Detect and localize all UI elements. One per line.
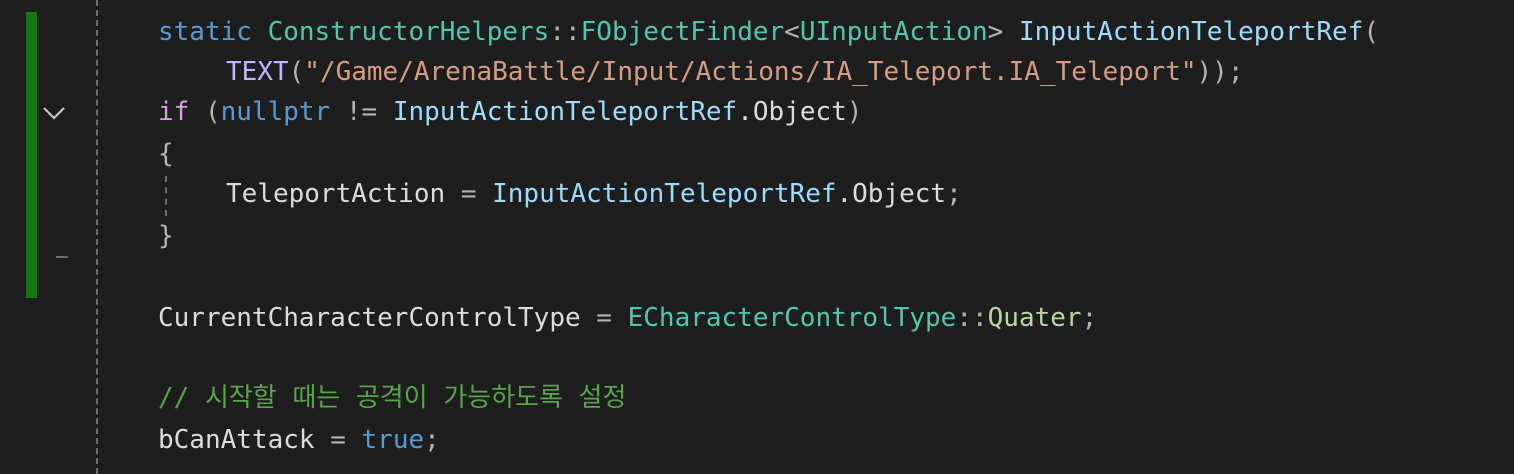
semicolon: ; (1081, 303, 1098, 333)
code-line-4[interactable]: { (158, 134, 174, 174)
macro-text: TEXT (226, 57, 289, 87)
code-line-10[interactable]: // 시작할 때는 공격이 가능하도록 설정 (158, 378, 626, 418)
paren-open: ( (204, 97, 221, 127)
template-class: FObjectFinder (580, 17, 785, 47)
code-line-5[interactable]: TeleportAction = InputActionTeleportRef.… (226, 174, 962, 214)
change-indicator-bar (26, 12, 37, 298)
variable-name: InputActionTeleportRef (1018, 17, 1364, 47)
keyword-true: true (361, 425, 425, 455)
assign-target: bCanAttack (158, 425, 315, 455)
code-line-3[interactable]: if (nullptr != InputActionTeleportRef.Ob… (158, 92, 862, 132)
keyword-if: if (158, 97, 190, 127)
variable-ref: InputActionTeleportRef (392, 97, 738, 127)
paren-close: ) (846, 97, 863, 127)
code-line-8[interactable]: CurrentCharacterControlType = ECharacter… (158, 298, 1097, 338)
string-literal: "/Game/ArenaBattle/Input/Actions/IA_Tele… (304, 57, 1197, 87)
paren-open: ( (288, 57, 305, 87)
assign-target: CurrentCharacterControlType (158, 303, 581, 333)
scope-operator: :: (956, 303, 988, 333)
code-line-11[interactable]: bCanAttack = true; (158, 420, 440, 460)
chevron-down-icon (43, 107, 65, 120)
template-type: UInputAction (799, 17, 988, 47)
indent-guide (165, 176, 167, 216)
operator-not-equal: != (345, 97, 378, 127)
member-access: .Object (737, 97, 847, 127)
fold-toggle-button[interactable] (40, 99, 68, 127)
paren-open: ( (1363, 17, 1379, 47)
fold-end-marker (56, 256, 68, 258)
brace-close: } (158, 221, 174, 251)
template-close: > (987, 17, 1004, 47)
code-editor[interactable]: static ConstructorHelpers::FObjectFinder… (0, 0, 1514, 474)
keyword-static: static (158, 17, 252, 47)
enum-value: Quater (987, 303, 1082, 333)
semicolon: ; (946, 179, 962, 209)
variable-ref: InputActionTeleportRef (492, 179, 837, 209)
paren-close: )); (1196, 57, 1244, 87)
fold-guide-line (96, 0, 98, 474)
operator-assign: = (596, 303, 612, 333)
keyword-nullptr: nullptr (220, 97, 331, 127)
code-line-6[interactable]: } (158, 216, 174, 256)
operator-assign: = (330, 425, 346, 455)
code-line-1[interactable]: static ConstructorHelpers::FObjectFinder… (158, 12, 1379, 52)
code-comment: // 시작할 때는 공격이 가능하도록 설정 (158, 383, 627, 413)
enum-type: ECharacterControlType (627, 303, 957, 333)
class-name: ConstructorHelpers (267, 17, 550, 47)
code-line-2[interactable]: TEXT("/Game/ArenaBattle/Input/Actions/IA… (226, 52, 1244, 92)
member-access: .Object (836, 179, 947, 209)
template-open: < (784, 17, 800, 47)
operator-assign: = (460, 179, 477, 209)
scope-operator: :: (549, 17, 581, 47)
assign-target: TeleportAction (226, 179, 446, 209)
semicolon: ; (424, 425, 440, 455)
brace-open: { (158, 139, 174, 169)
